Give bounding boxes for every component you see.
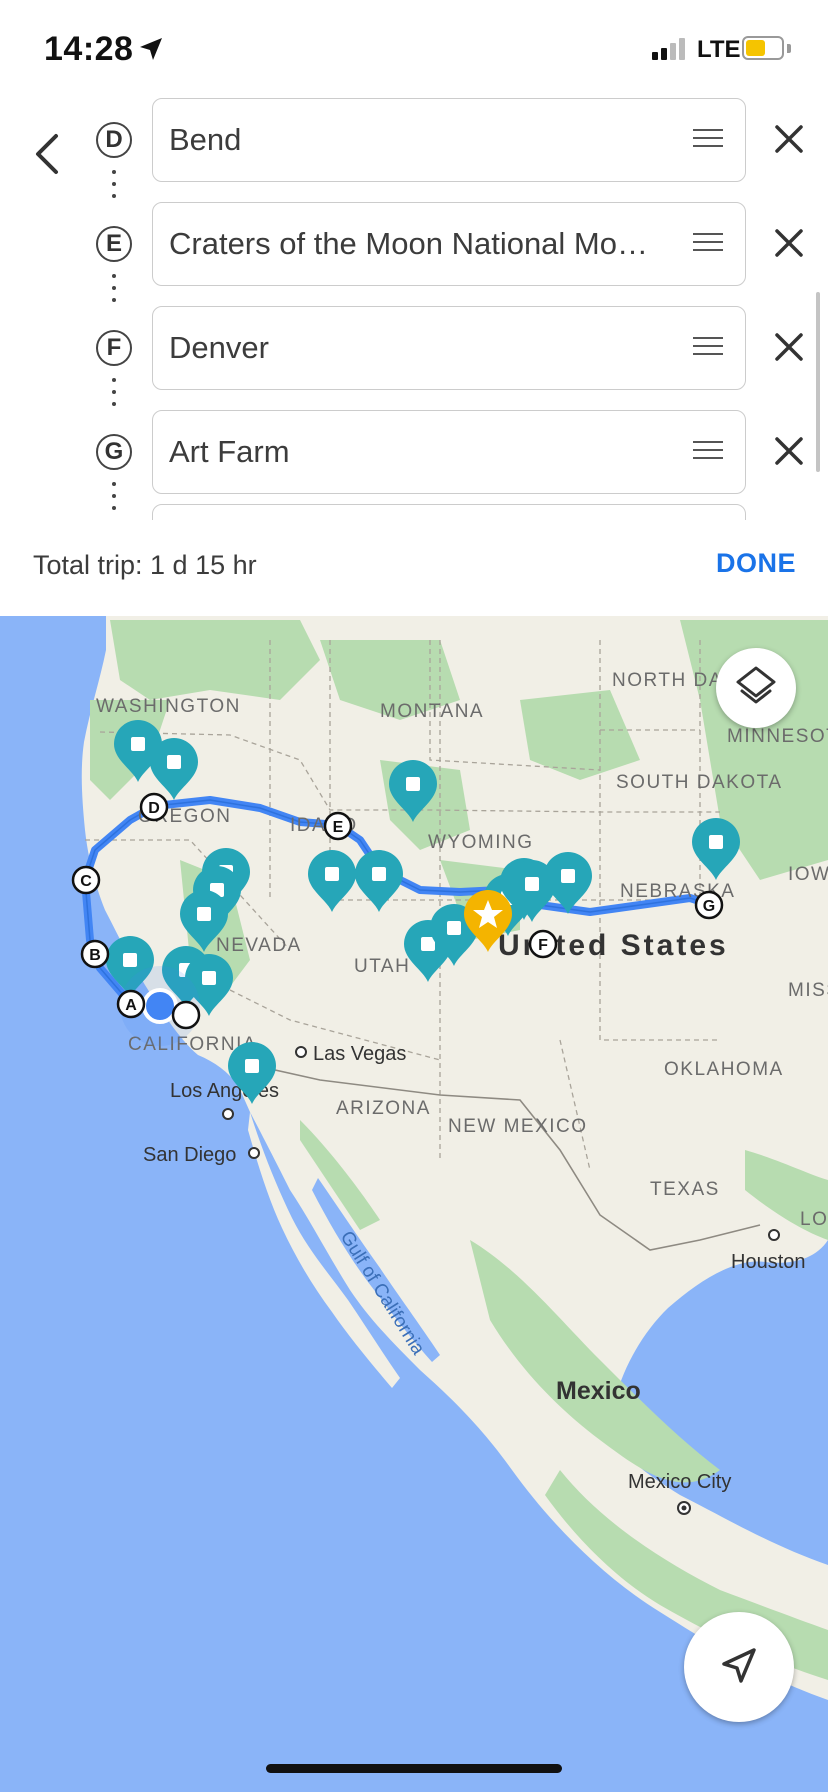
map-view[interactable]: WASHINGTON OREGON IDAHO MONTANA WYOMING … — [0, 616, 828, 1792]
state-label: LOUISIANA — [800, 1209, 828, 1230]
stop-field[interactable]: Art Farm — [152, 410, 746, 494]
connector-dots — [112, 274, 116, 310]
drag-handle-icon[interactable] — [693, 233, 723, 255]
done-button[interactable]: DONE — [716, 548, 796, 579]
stop-row-next — [0, 504, 828, 520]
signal-icon — [652, 38, 685, 60]
drag-handle-icon[interactable] — [693, 129, 723, 151]
state-label: IOWA — [788, 864, 828, 885]
layers-button[interactable] — [716, 648, 796, 728]
stop-row-g: G Art Farm — [0, 410, 828, 510]
stop-field[interactable]: Craters of the Moon National Mon... — [152, 202, 746, 286]
remove-stop-icon[interactable] — [770, 328, 808, 366]
remove-stop-icon[interactable] — [770, 120, 808, 158]
svg-text:D: D — [148, 800, 160, 817]
state-label: SOUTH DAKOTA — [616, 772, 783, 793]
state-label: UTAH — [354, 956, 410, 977]
city-label: Las Vegas — [313, 1043, 406, 1065]
svg-text:G: G — [703, 898, 715, 915]
route-marker-a-end — [171, 1000, 201, 1030]
state-label: ARIZONA — [336, 1098, 431, 1119]
network-type: LTE — [697, 36, 741, 63]
stop-field-partial[interactable] — [152, 504, 746, 520]
route-marker-e: E — [323, 811, 353, 841]
location-arrow-icon — [140, 38, 162, 60]
stop-row-d: D Bend — [0, 98, 828, 198]
stop-letter: G — [96, 434, 132, 470]
state-label: MINNESOTA — [727, 726, 828, 747]
scrollbar[interactable] — [816, 292, 820, 472]
navigation-arrow-icon — [722, 1648, 756, 1683]
stop-name: Denver — [169, 330, 269, 365]
drag-handle-icon[interactable] — [693, 337, 723, 359]
route-marker-b: B — [80, 939, 110, 969]
svg-text:B: B — [89, 947, 101, 964]
svg-text:A: A — [125, 997, 137, 1014]
remove-stop-icon[interactable] — [770, 224, 808, 262]
state-label: NEW MEXICO — [448, 1116, 588, 1137]
directions-panel: D Bend E Craters of the Moon National Mo… — [0, 96, 828, 616]
city-label: San Diego — [143, 1144, 236, 1166]
state-label: WYOMING — [428, 832, 534, 853]
connector-dots — [112, 170, 116, 206]
stop-name: Bend — [169, 122, 242, 157]
stop-letter: E — [96, 226, 132, 262]
status-time: 14:28 — [44, 30, 134, 68]
stop-letter: F — [96, 330, 132, 366]
route-marker-c: C — [71, 865, 101, 895]
stop-name: Art Farm — [169, 434, 290, 469]
battery-tip — [787, 44, 791, 53]
state-label: NEVADA — [216, 935, 302, 956]
stop-field[interactable]: Denver — [152, 306, 746, 390]
country-label-mexico: Mexico — [556, 1377, 641, 1405]
route-marker-d: D — [139, 792, 169, 822]
layers-icon — [736, 666, 776, 704]
stop-row-f: F Denver — [0, 306, 828, 406]
state-label: TEXAS — [650, 1179, 720, 1200]
city-label: Houston — [731, 1251, 806, 1273]
total-trip-label: Total trip: 1 d 15 hr — [33, 550, 257, 580]
state-label: MISSOURI — [788, 980, 828, 1001]
route-marker-g: G — [694, 890, 724, 920]
battery-icon — [742, 36, 784, 60]
route-marker-a: A — [116, 989, 146, 1019]
drag-handle-icon[interactable] — [693, 441, 723, 463]
current-location-dot — [142, 988, 178, 1024]
stops-list: D Bend E Craters of the Moon National Mo… — [0, 96, 828, 520]
remove-stop-icon[interactable] — [770, 432, 808, 470]
navigate-button[interactable] — [684, 1612, 794, 1722]
state-label: WASHINGTON — [96, 696, 241, 717]
route-marker-f: F — [528, 929, 558, 959]
svg-text:E: E — [333, 819, 344, 836]
state-label: OKLAHOMA — [664, 1059, 784, 1080]
state-label: MONTANA — [380, 701, 484, 722]
home-indicator — [266, 1764, 562, 1773]
stop-field[interactable]: Bend — [152, 98, 746, 182]
svg-text:C: C — [80, 873, 92, 890]
svg-text:F: F — [538, 937, 548, 954]
stop-row-e: E Craters of the Moon National Mon... — [0, 202, 828, 302]
status-bar: 14:28 LTE — [0, 0, 828, 96]
city-label: Mexico City — [628, 1471, 731, 1493]
stop-letter: D — [96, 122, 132, 158]
stop-name: Craters of the Moon National Mon... — [169, 226, 659, 261]
connector-dots — [112, 378, 116, 414]
